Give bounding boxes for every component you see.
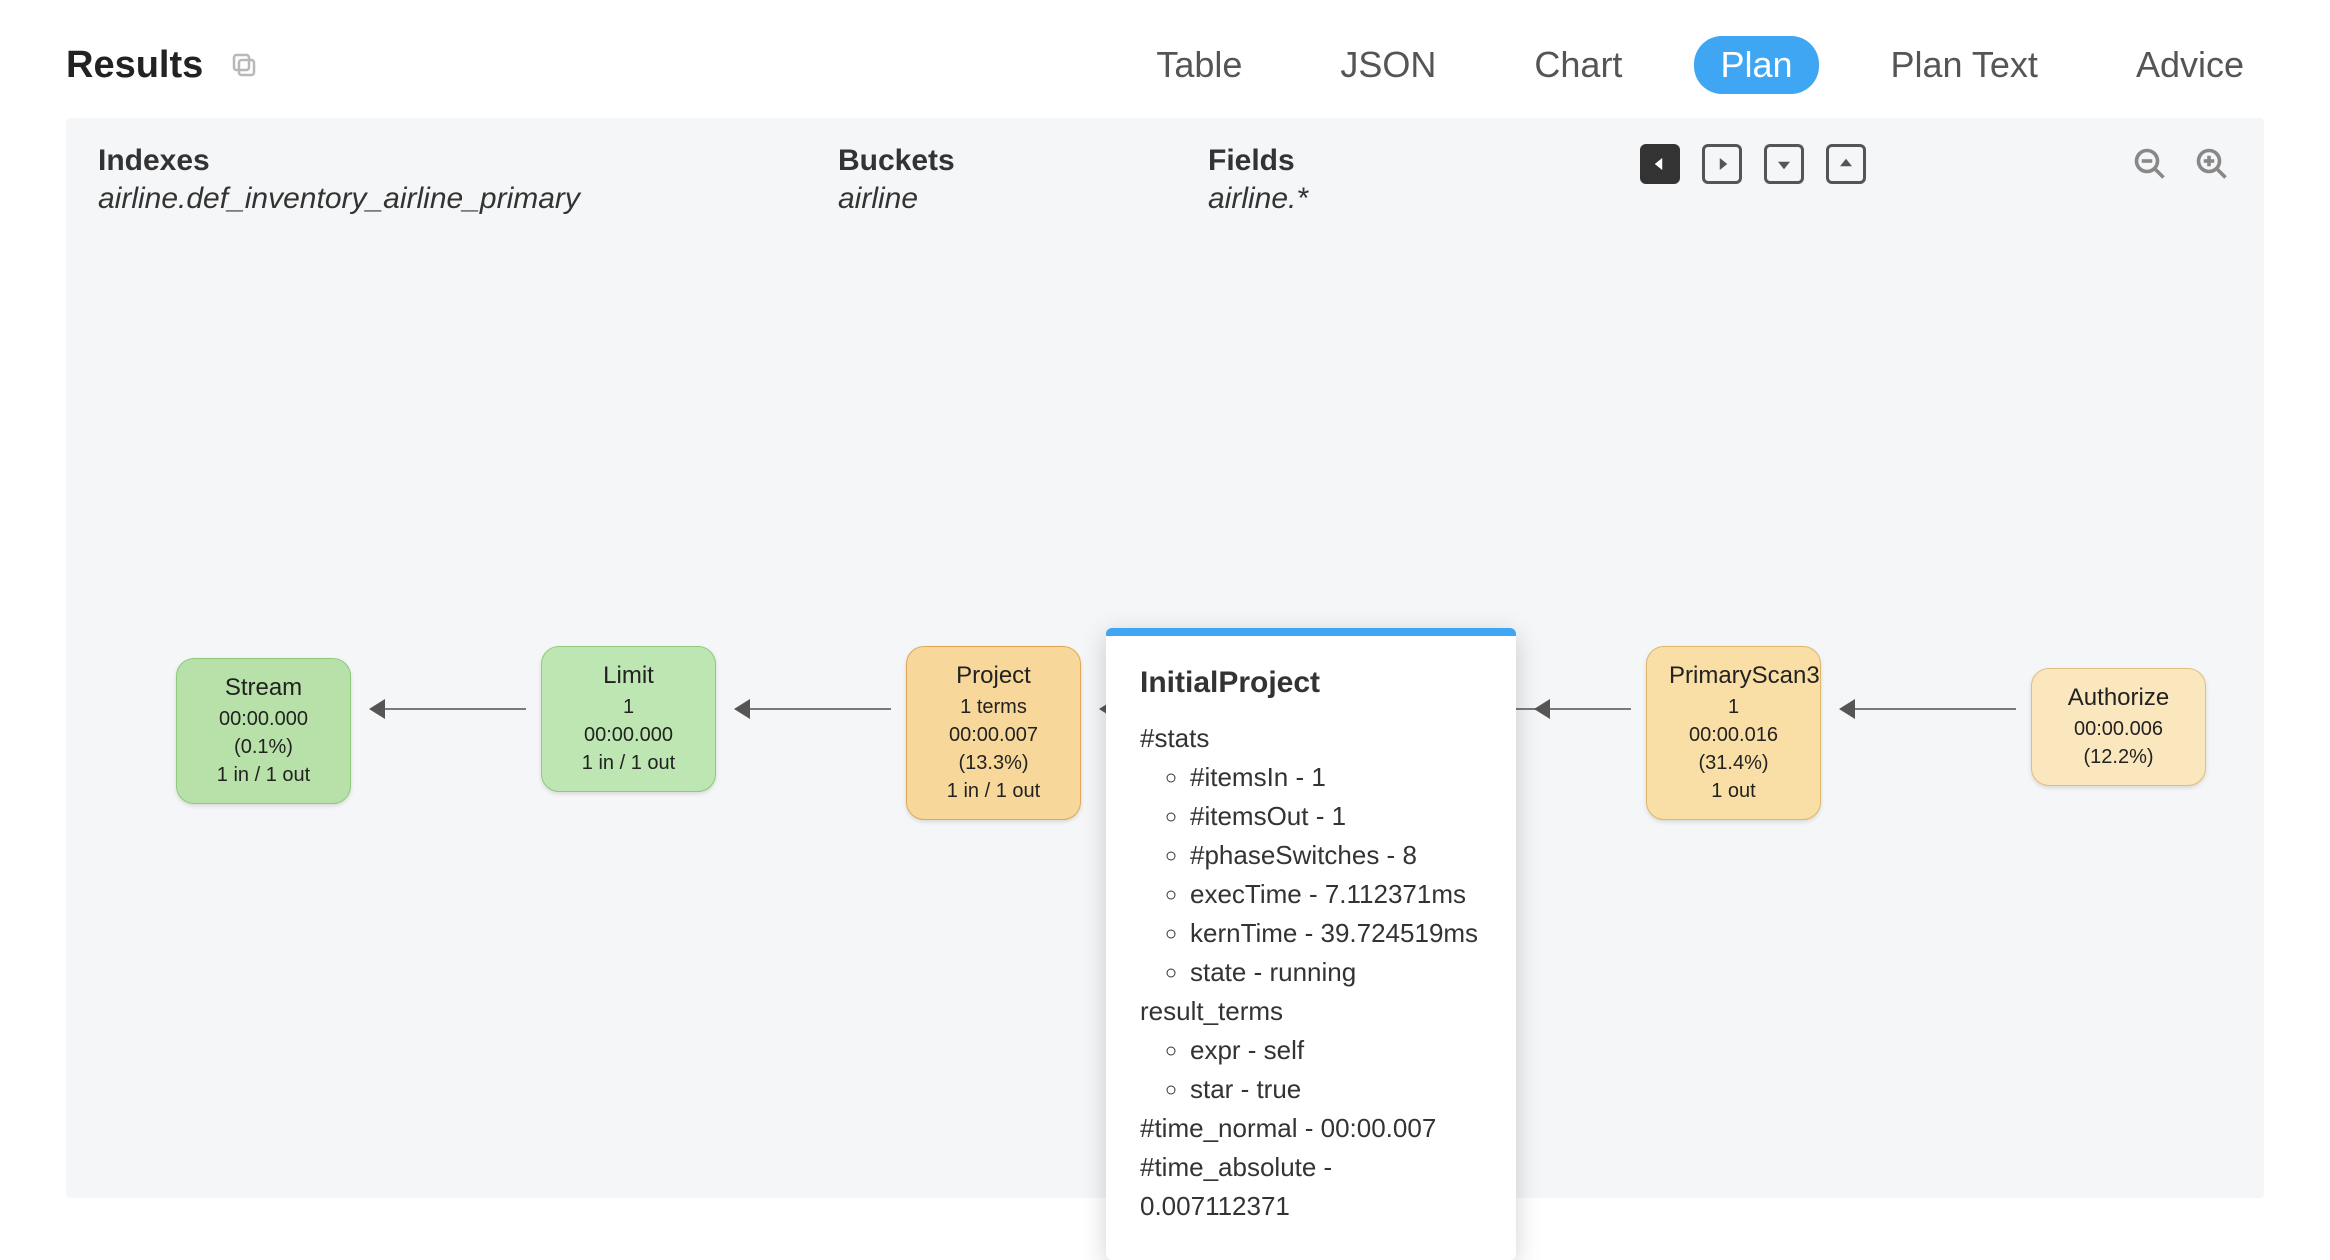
plan-node-authorize[interactable]: Authorize 00:00.006 (12.2%) bbox=[2031, 668, 2206, 786]
plan-arrow bbox=[1536, 708, 1631, 710]
node-line: 00:00.007 (13.3%) bbox=[929, 721, 1058, 777]
indexes-label: Indexes bbox=[98, 144, 728, 178]
node-line: 00:00.000 bbox=[564, 721, 693, 749]
results-header: Results Table JSON Chart Plan Plan Text … bbox=[0, 0, 2330, 118]
tooltip-title: InitialProject bbox=[1140, 660, 1482, 705]
plan-header: Indexes airline.def_inventory_airline_pr… bbox=[98, 144, 2232, 216]
node-title: Project bbox=[929, 659, 1058, 693]
plan-meta-fields: Fields airline.* bbox=[1208, 144, 1508, 216]
tooltip-result-terms-list: expr - self star - true bbox=[1140, 1031, 1482, 1109]
plan-node-tooltip: InitialProject #stats #itemsIn - 1 #item… bbox=[1106, 628, 1516, 1260]
tooltip-result-term: expr - self bbox=[1190, 1031, 1482, 1070]
plan-node-stream[interactable]: Stream 00:00.000 (0.1%) 1 in / 1 out bbox=[176, 658, 351, 804]
orient-right-icon[interactable] bbox=[1702, 144, 1742, 184]
node-line: 1 in / 1 out bbox=[929, 777, 1058, 805]
plan-controls bbox=[1640, 144, 2232, 184]
copy-icon[interactable] bbox=[227, 48, 261, 82]
tooltip-stat: state - running bbox=[1190, 953, 1482, 992]
plan-node-project[interactable]: Project 1 terms 00:00.007 (13.3%) 1 in /… bbox=[906, 646, 1081, 820]
tooltip-result-term: star - true bbox=[1190, 1070, 1482, 1109]
plan-canvas[interactable]: Stream 00:00.000 (0.1%) 1 in / 1 out Lim… bbox=[66, 298, 2264, 1198]
results-title: Results bbox=[66, 44, 203, 87]
node-line: 1 bbox=[1669, 693, 1798, 721]
tab-advice[interactable]: Advice bbox=[2110, 36, 2270, 94]
tooltip-stats-label: #stats bbox=[1140, 719, 1482, 758]
node-title: Limit bbox=[564, 659, 693, 693]
orient-down-icon[interactable] bbox=[1764, 144, 1804, 184]
fields-label: Fields bbox=[1208, 144, 1508, 178]
tab-plan[interactable]: Plan bbox=[1694, 36, 1818, 94]
tooltip-time-absolute: #time_absolute - 0.007112371 bbox=[1140, 1148, 1482, 1226]
node-line: 1 terms bbox=[929, 693, 1058, 721]
tooltip-stat: kernTime - 39.724519ms bbox=[1190, 914, 1482, 953]
tab-plan-text[interactable]: Plan Text bbox=[1865, 36, 2064, 94]
plan-arrow bbox=[1841, 708, 2016, 710]
plan-node-primaryscan3[interactable]: PrimaryScan3 1 00:00.016 (31.4%) 1 out bbox=[1646, 646, 1821, 820]
node-line: 00:00.016 (31.4%) bbox=[1669, 721, 1798, 777]
node-title: PrimaryScan3 bbox=[1669, 659, 1798, 693]
fields-value: airline.* bbox=[1208, 182, 1508, 216]
node-line: 1 in / 1 out bbox=[199, 761, 328, 789]
tooltip-stats-list: #itemsIn - 1 #itemsOut - 1 #phaseSwitche… bbox=[1140, 758, 1482, 992]
tab-table[interactable]: Table bbox=[1130, 36, 1268, 94]
tab-json[interactable]: JSON bbox=[1314, 36, 1462, 94]
tooltip-stat: #itemsIn - 1 bbox=[1190, 758, 1482, 797]
tab-chart[interactable]: Chart bbox=[1508, 36, 1648, 94]
node-line: 1 bbox=[564, 693, 693, 721]
plan-arrow bbox=[371, 708, 526, 710]
tooltip-stat: #itemsOut - 1 bbox=[1190, 797, 1482, 836]
node-line: 1 in / 1 out bbox=[564, 749, 693, 777]
node-title: Stream bbox=[199, 671, 328, 705]
indexes-value: airline.def_inventory_airline_primary bbox=[98, 182, 728, 216]
plan-node-limit[interactable]: Limit 1 00:00.000 1 in / 1 out bbox=[541, 646, 716, 792]
node-line: 00:00.006 (12.2%) bbox=[2054, 715, 2183, 771]
buckets-value: airline bbox=[838, 182, 1098, 216]
tooltip-result-terms-label: result_terms bbox=[1140, 992, 1482, 1031]
plan-arrow bbox=[736, 708, 891, 710]
node-line: 00:00.000 (0.1%) bbox=[199, 705, 328, 761]
tooltip-stat: execTime - 7.112371ms bbox=[1190, 875, 1482, 914]
zoom-in-icon[interactable] bbox=[2192, 144, 2232, 184]
result-tabs: Table JSON Chart Plan Plan Text Advice bbox=[1130, 36, 2270, 94]
plan-panel: Indexes airline.def_inventory_airline_pr… bbox=[66, 118, 2264, 1198]
node-line: 1 out bbox=[1669, 777, 1798, 805]
tooltip-stat: #phaseSwitches - 8 bbox=[1190, 836, 1482, 875]
plan-meta-indexes: Indexes airline.def_inventory_airline_pr… bbox=[98, 144, 728, 216]
orient-left-icon[interactable] bbox=[1640, 144, 1680, 184]
tooltip-time-normal: #time_normal - 00:00.007 bbox=[1140, 1109, 1482, 1148]
node-title: Authorize bbox=[2054, 681, 2183, 715]
zoom-out-icon[interactable] bbox=[2130, 144, 2170, 184]
orient-up-icon[interactable] bbox=[1826, 144, 1866, 184]
buckets-label: Buckets bbox=[838, 144, 1098, 178]
plan-meta-buckets: Buckets airline bbox=[838, 144, 1098, 216]
